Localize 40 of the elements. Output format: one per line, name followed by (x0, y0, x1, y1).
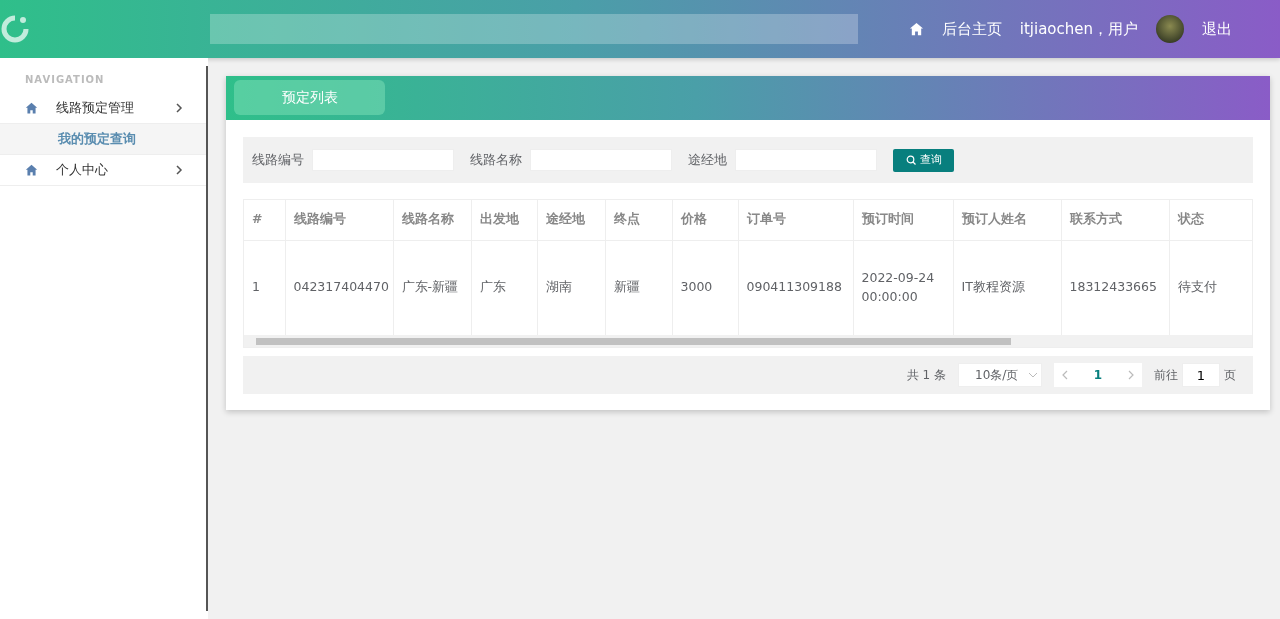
user-name: itjiaochen，用户 (1019, 18, 1138, 40)
chevron-icon (175, 103, 183, 113)
total-count: 共 1 条 (906, 367, 946, 384)
chevron-icon (175, 165, 183, 175)
sidebar-subitem[interactable]: 我的预定查询 (0, 124, 208, 155)
sidebar-heading: NAVIGATION (24, 73, 106, 87)
goto-label: 前往 (1154, 367, 1178, 384)
caret-icon (1028, 372, 1039, 378)
logout-link[interactable]: 退出 (1202, 17, 1232, 41)
column-header: # (244, 200, 285, 240)
column-header: 途经地 (537, 200, 605, 240)
scrollbar[interactable] (244, 335, 1252, 347)
sidebar-item[interactable]: 个人中心 (0, 155, 208, 186)
avatar (1156, 15, 1184, 43)
page-number[interactable]: 1 (1093, 366, 1103, 384)
goto-suffix: 页 (1224, 367, 1236, 384)
column-header: 价格 (672, 200, 738, 240)
column-header: 线路编号 (285, 200, 393, 240)
home-link[interactable]: 后台主页 (941, 17, 1002, 41)
home-icon (908, 21, 924, 37)
column-header: 状态 (1169, 200, 1252, 240)
page-input[interactable]: 1 (1182, 363, 1220, 387)
search-button[interactable]: 查询 (893, 148, 954, 172)
column-header: 预订时间 (853, 200, 953, 240)
logo-icon (0, 14, 30, 44)
search-icon (905, 155, 916, 165)
column-header: 联系方式 (1061, 200, 1169, 240)
column-header: 预订人姓名 (953, 200, 1061, 240)
next-icon (1128, 370, 1134, 380)
filter-label: 途经地 (688, 151, 727, 170)
home-icon (25, 163, 38, 177)
column-header: 出发地 (471, 200, 537, 240)
filter-label: 线路编号 (252, 151, 304, 170)
home-icon (25, 101, 38, 115)
prev-icon (1062, 370, 1068, 380)
column-header: 订单号 (738, 200, 853, 240)
column-header: 终点 (605, 200, 672, 240)
column-header: 线路名称 (393, 200, 471, 240)
page-size-select[interactable]: 10条/页 (958, 363, 1042, 387)
filter-label: 线路名称 (470, 151, 522, 170)
